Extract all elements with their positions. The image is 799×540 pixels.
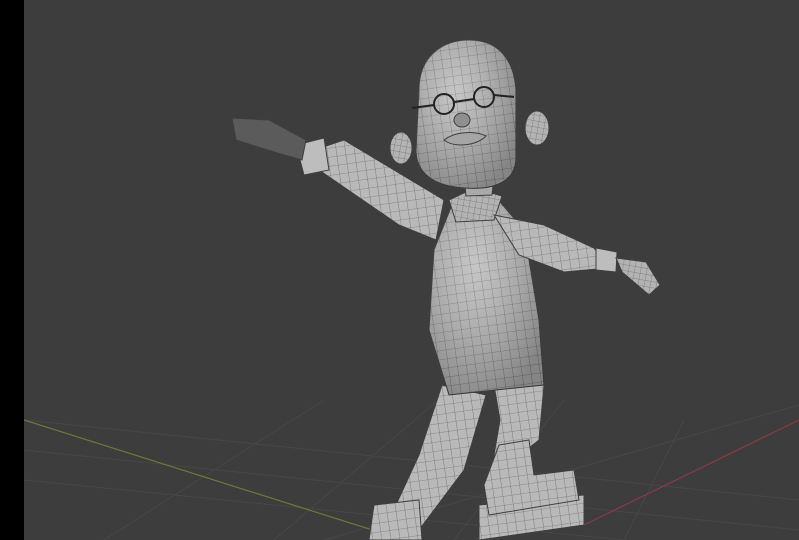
right-ear <box>524 110 550 146</box>
3d-viewport[interactable] <box>24 0 799 540</box>
nose <box>453 112 471 128</box>
y-axis-line <box>24 419 405 540</box>
character-model[interactable] <box>231 39 661 540</box>
blender-window <box>0 0 799 540</box>
left-boot <box>368 499 423 540</box>
side-arm-cuff <box>595 247 618 273</box>
viewport-canvas[interactable] <box>24 0 799 540</box>
left-panel-edge <box>0 0 24 540</box>
raised-hand <box>231 117 307 161</box>
side-hand <box>615 257 661 296</box>
left-ear <box>389 131 413 165</box>
